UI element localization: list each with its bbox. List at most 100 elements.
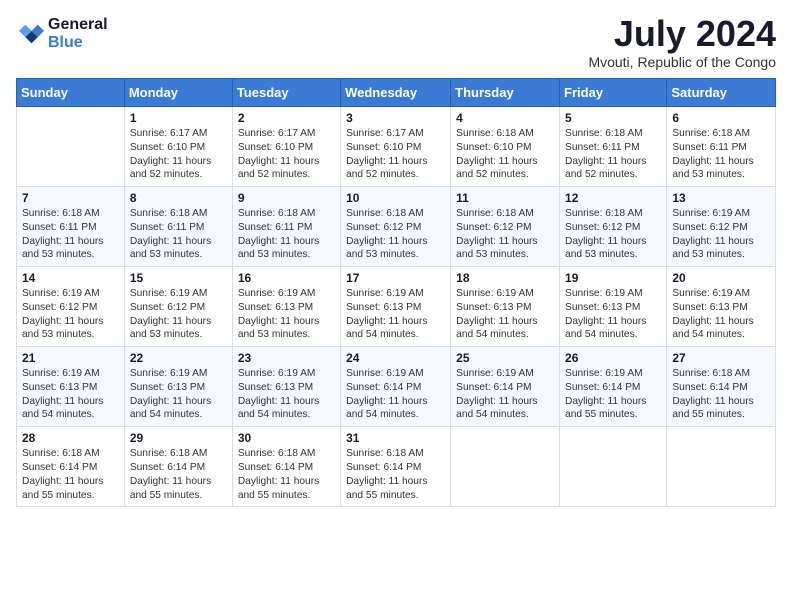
day-number: 3 — [346, 111, 445, 125]
calendar-week-row: 7 Sunrise: 6:18 AM Sunset: 6:11 PM Daylig… — [17, 187, 776, 267]
cell-info: Sunrise: 6:17 AM Sunset: 6:10 PM Dayligh… — [130, 127, 227, 182]
calendar-cell: 3 Sunrise: 6:17 AM Sunset: 6:10 PM Daylig… — [341, 107, 451, 187]
cell-info: Sunrise: 6:19 AM Sunset: 6:13 PM Dayligh… — [346, 287, 445, 342]
day-number: 10 — [346, 191, 445, 205]
day-number: 25 — [456, 351, 554, 365]
calendar-cell: 26 Sunrise: 6:19 AM Sunset: 6:14 PM Dayli… — [560, 347, 667, 427]
cell-info: Sunrise: 6:18 AM Sunset: 6:11 PM Dayligh… — [565, 127, 661, 182]
cell-info: Sunrise: 6:18 AM Sunset: 6:11 PM Dayligh… — [22, 207, 119, 262]
logo-text: General Blue — [48, 16, 108, 52]
day-number: 13 — [672, 191, 770, 205]
cell-info: Sunrise: 6:19 AM Sunset: 6:14 PM Dayligh… — [456, 367, 554, 422]
calendar-cell: 15 Sunrise: 6:19 AM Sunset: 6:12 PM Dayli… — [124, 267, 232, 347]
day-number: 8 — [130, 191, 227, 205]
calendar-cell: 20 Sunrise: 6:19 AM Sunset: 6:13 PM Dayli… — [667, 267, 776, 347]
calendar-cell: 18 Sunrise: 6:19 AM Sunset: 6:13 PM Dayli… — [451, 267, 560, 347]
day-number: 20 — [672, 271, 770, 285]
calendar-week-row: 14 Sunrise: 6:19 AM Sunset: 6:12 PM Dayli… — [17, 267, 776, 347]
month-year: July 2024 — [588, 16, 776, 52]
day-number: 5 — [565, 111, 661, 125]
day-number: 11 — [456, 191, 554, 205]
calendar-cell — [17, 107, 125, 187]
cell-info: Sunrise: 6:19 AM Sunset: 6:13 PM Dayligh… — [238, 287, 335, 342]
day-number: 1 — [130, 111, 227, 125]
cell-info: Sunrise: 6:19 AM Sunset: 6:13 PM Dayligh… — [565, 287, 661, 342]
calendar-cell: 4Sunrise: 6:18 AM Sunset: 6:10 PM Daylig… — [451, 107, 560, 187]
calendar-table: SundayMondayTuesdayWednesdayThursdayFrid… — [16, 78, 776, 507]
day-number: 7 — [22, 191, 119, 205]
cell-info: Sunrise: 6:18 AM Sunset: 6:14 PM Dayligh… — [346, 447, 445, 502]
cell-info: Sunrise: 6:19 AM Sunset: 6:13 PM Dayligh… — [238, 367, 335, 422]
cell-info: Sunrise: 6:19 AM Sunset: 6:14 PM Dayligh… — [346, 367, 445, 422]
cell-info: Sunrise: 6:18 AM Sunset: 6:11 PM Dayligh… — [238, 207, 335, 262]
calendar-header-row: SundayMondayTuesdayWednesdayThursdayFrid… — [17, 79, 776, 107]
calendar-cell: 8 Sunrise: 6:18 AM Sunset: 6:11 PM Daylig… — [124, 187, 232, 267]
calendar-cell: 1 Sunrise: 6:17 AM Sunset: 6:10 PM Daylig… — [124, 107, 232, 187]
cell-info: Sunrise: 6:19 AM Sunset: 6:13 PM Dayligh… — [456, 287, 554, 342]
day-number: 2 — [238, 111, 335, 125]
calendar-cell: 21Sunrise: 6:19 AM Sunset: 6:13 PM Dayli… — [17, 347, 125, 427]
day-number: 9 — [238, 191, 335, 205]
cell-info: Sunrise: 6:18 AM Sunset: 6:12 PM Dayligh… — [456, 207, 554, 262]
calendar-cell: 28 Sunrise: 6:18 AM Sunset: 6:14 PM Dayli… — [17, 427, 125, 507]
calendar-cell: 13 Sunrise: 6:19 AM Sunset: 6:12 PM Dayli… — [667, 187, 776, 267]
calendar-cell: 29 Sunrise: 6:18 AM Sunset: 6:14 PM Dayli… — [124, 427, 232, 507]
calendar-cell: 22 Sunrise: 6:19 AM Sunset: 6:13 PM Dayli… — [124, 347, 232, 427]
calendar-cell: 19Sunrise: 6:19 AM Sunset: 6:13 PM Dayli… — [560, 267, 667, 347]
calendar-cell: 6 Sunrise: 6:18 AM Sunset: 6:11 PM Daylig… — [667, 107, 776, 187]
weekday-header: Wednesday — [341, 79, 451, 107]
calendar-cell: 31 Sunrise: 6:18 AM Sunset: 6:14 PM Dayli… — [341, 427, 451, 507]
day-number: 22 — [130, 351, 227, 365]
day-number: 31 — [346, 431, 445, 445]
day-number: 17 — [346, 271, 445, 285]
weekday-header: Sunday — [17, 79, 125, 107]
cell-info: Sunrise: 6:19 AM Sunset: 6:12 PM Dayligh… — [672, 207, 770, 262]
day-number: 14 — [22, 271, 119, 285]
calendar-week-row: 21 Sunrise: 6:19 AM Sunset: 6:13 PM Dayli… — [17, 347, 776, 427]
calendar-cell: 10 Sunrise: 6:18 AM Sunset: 6:12 PM Dayli… — [341, 187, 451, 267]
calendar-week-row: 28 Sunrise: 6:18 AM Sunset: 6:14 PM Dayli… — [17, 427, 776, 507]
calendar-cell: 23 Sunrise: 6:19 AM Sunset: 6:13 PM Dayli… — [232, 347, 340, 427]
day-number: 18 — [456, 271, 554, 285]
page-header: General Blue July 2024 Mvouti, Republic … — [16, 16, 776, 70]
cell-info: Sunrise: 6:19 AM Sunset: 6:13 PM Dayligh… — [672, 287, 770, 342]
cell-info: Sunrise: 6:18 AM Sunset: 6:14 PM Dayligh… — [22, 447, 119, 502]
day-number: 23 — [238, 351, 335, 365]
calendar-cell: 27Sunrise: 6:18 AM Sunset: 6:14 PM Dayli… — [667, 347, 776, 427]
cell-info: Sunrise: 6:19 AM Sunset: 6:14 PM Dayligh… — [565, 367, 661, 422]
location: Mvouti, Republic of the Congo — [588, 54, 776, 70]
calendar-cell: 12Sunrise: 6:18 AM Sunset: 6:12 PM Dayli… — [560, 187, 667, 267]
day-number: 21 — [22, 351, 119, 365]
day-number: 15 — [130, 271, 227, 285]
cell-info: Sunrise: 6:18 AM Sunset: 6:11 PM Dayligh… — [130, 207, 227, 262]
day-number: 28 — [22, 431, 119, 445]
cell-info: Sunrise: 6:19 AM Sunset: 6:12 PM Dayligh… — [22, 287, 119, 342]
weekday-header: Saturday — [667, 79, 776, 107]
day-number: 6 — [672, 111, 770, 125]
calendar-cell: 25 Sunrise: 6:19 AM Sunset: 6:14 PM Dayli… — [451, 347, 560, 427]
cell-info: Sunrise: 6:18 AM Sunset: 6:14 PM Dayligh… — [238, 447, 335, 502]
day-number: 29 — [130, 431, 227, 445]
day-number: 4 — [456, 111, 554, 125]
cell-info: Sunrise: 6:19 AM Sunset: 6:13 PM Dayligh… — [130, 367, 227, 422]
cell-info: Sunrise: 6:18 AM Sunset: 6:11 PM Dayligh… — [672, 127, 770, 182]
day-number: 26 — [565, 351, 661, 365]
calendar-cell: 11 Sunrise: 6:18 AM Sunset: 6:12 PM Dayli… — [451, 187, 560, 267]
cell-info: Sunrise: 6:18 AM Sunset: 6:14 PM Dayligh… — [130, 447, 227, 502]
calendar-cell — [451, 427, 560, 507]
weekday-header: Thursday — [451, 79, 560, 107]
cell-info: Sunrise: 6:18 AM Sunset: 6:12 PM Dayligh… — [346, 207, 445, 262]
weekday-header: Monday — [124, 79, 232, 107]
day-number: 27 — [672, 351, 770, 365]
cell-info: Sunrise: 6:17 AM Sunset: 6:10 PM Dayligh… — [346, 127, 445, 182]
day-number: 12 — [565, 191, 661, 205]
day-number: 30 — [238, 431, 335, 445]
day-number: 16 — [238, 271, 335, 285]
logo-icon — [16, 20, 44, 48]
title-block: July 2024 Mvouti, Republic of the Congo — [588, 16, 776, 70]
cell-info: Sunrise: 6:19 AM Sunset: 6:12 PM Dayligh… — [130, 287, 227, 342]
calendar-week-row: 1 Sunrise: 6:17 AM Sunset: 6:10 PM Daylig… — [17, 107, 776, 187]
calendar-cell — [667, 427, 776, 507]
calendar-cell: 9 Sunrise: 6:18 AM Sunset: 6:11 PM Daylig… — [232, 187, 340, 267]
calendar-cell: 16 Sunrise: 6:19 AM Sunset: 6:13 PM Dayli… — [232, 267, 340, 347]
